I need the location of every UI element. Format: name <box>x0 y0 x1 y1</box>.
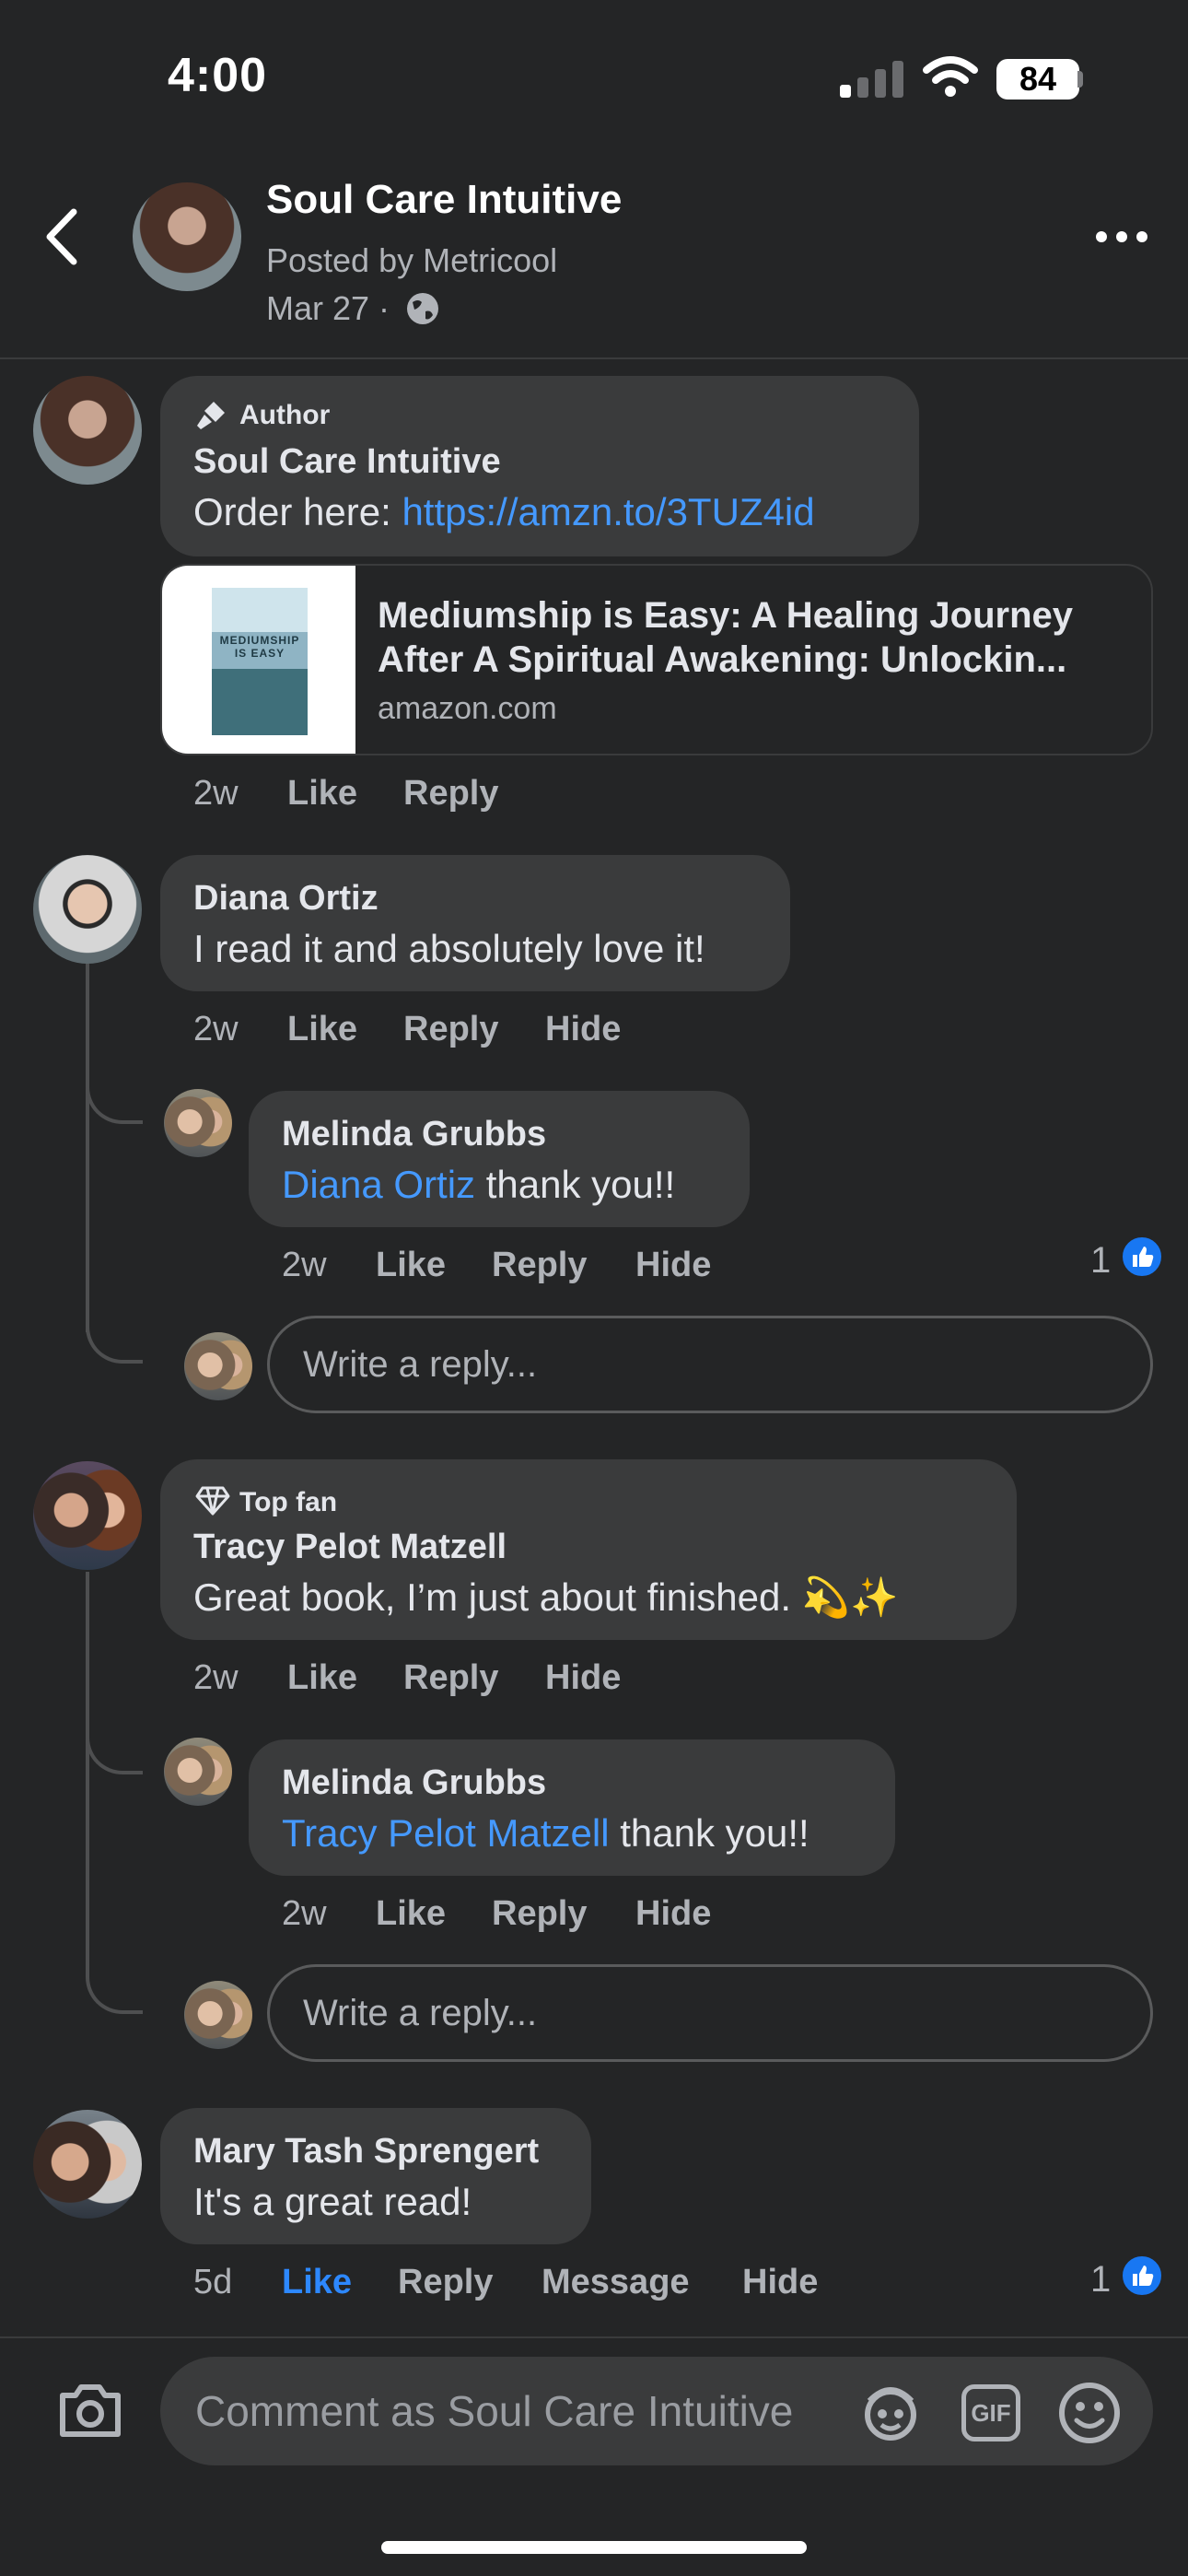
mention-link[interactable]: Tracy Pelot Matzell <box>282 1811 610 1855</box>
like-button-active[interactable]: Like <box>282 2263 352 2302</box>
thread-line <box>86 1572 89 1977</box>
hide-button[interactable]: Hide <box>635 1894 711 1934</box>
page-avatar[interactable] <box>133 182 241 291</box>
hide-button[interactable]: Hide <box>635 1246 711 1285</box>
reply-avatar[interactable] <box>164 1089 232 1157</box>
thread-connector <box>86 1050 143 1124</box>
like-reaction-icon <box>1120 1235 1164 1279</box>
like-reaction-icon <box>1120 2254 1164 2298</box>
posted-by-label: Posted by Metricool <box>266 241 558 279</box>
comment-time: 5d <box>193 2263 233 2301</box>
comment-author-name[interactable]: Soul Care Intuitive <box>193 442 501 482</box>
diamond-badge-icon <box>195 1486 230 1516</box>
composer-avatar <box>184 1332 252 1400</box>
reply-author-name[interactable]: Melinda Grubbs <box>282 1763 546 1803</box>
reply-button[interactable]: Reply <box>492 1894 587 1934</box>
home-indicator[interactable] <box>381 2541 807 2554</box>
reaction-count[interactable]: 1 <box>1090 1240 1111 1282</box>
gif-button[interactable]: GIF <box>961 2384 1020 2441</box>
thread-connector <box>86 1288 143 1364</box>
page-title[interactable]: Soul Care Intuitive <box>266 177 622 223</box>
reply-button[interactable]: Reply <box>403 774 498 814</box>
preview-title: Mediumship is Easy: A Healing Journey Af… <box>378 595 1073 680</box>
comment-avatar[interactable] <box>33 855 142 964</box>
like-button[interactable]: Like <box>287 1658 357 1698</box>
preview-domain: amazon.com <box>378 691 557 726</box>
comment-author-name[interactable]: Mary Tash Sprengert <box>193 2132 539 2172</box>
emoji-icon[interactable] <box>1057 2381 1122 2445</box>
book-thumbnail: MEDIUMSHIP IS EASY <box>162 566 355 754</box>
reply-button[interactable]: Reply <box>492 1246 587 1285</box>
author-badge: Author <box>239 400 331 430</box>
like-button[interactable]: Like <box>376 1894 446 1934</box>
reply-button[interactable]: Reply <box>398 2263 493 2302</box>
camera-icon[interactable] <box>57 2381 123 2440</box>
hide-button[interactable]: Hide <box>545 1658 621 1698</box>
header-divider <box>0 357 1188 359</box>
globe-icon <box>407 293 438 324</box>
composer-avatar <box>184 1981 252 2049</box>
reply-button[interactable]: Reply <box>403 1658 498 1698</box>
reply-text: Diana Ortiz thank you!! <box>282 1163 676 1206</box>
thread-connector <box>86 1938 143 2014</box>
comment-author-name[interactable]: Tracy Pelot Matzell <box>193 1528 507 1567</box>
battery-indicator: 84 <box>996 59 1079 100</box>
more-options-icon[interactable] <box>1094 223 1149 251</box>
reply-time: 2w <box>282 1246 327 1284</box>
reaction-count[interactable]: 1 <box>1090 2259 1111 2301</box>
reply-input[interactable]: Write a reply... <box>267 1964 1153 2062</box>
message-button[interactable]: Message <box>542 2263 690 2302</box>
comment-time: 2w <box>193 1658 239 1697</box>
wifi-icon <box>923 56 978 97</box>
comment-avatar[interactable] <box>33 376 142 485</box>
reply-input[interactable]: Write a reply... <box>267 1316 1153 1413</box>
reply-author-name[interactable]: Melinda Grubbs <box>282 1115 546 1154</box>
thread-connector <box>86 1701 143 1774</box>
reply-time: 2w <box>282 1894 327 1933</box>
comment-avatar[interactable] <box>33 1461 142 1570</box>
microphone-badge-icon <box>197 402 225 429</box>
hide-button[interactable]: Hide <box>742 2263 818 2302</box>
top-fan-badge: Top fan <box>239 1487 338 1517</box>
like-button[interactable]: Like <box>287 1010 357 1049</box>
comment-time: 2w <box>193 1010 239 1048</box>
comment-link[interactable]: https://amzn.to/3TUZ4id <box>402 490 814 533</box>
like-button[interactable]: Like <box>376 1246 446 1285</box>
battery-tip <box>1077 71 1083 88</box>
status-time: 4:00 <box>168 49 268 102</box>
cellular-signal-icon <box>840 57 904 98</box>
reply-button[interactable]: Reply <box>403 1010 498 1049</box>
comment-time: 2w <box>193 774 239 813</box>
thread-line <box>86 964 89 1332</box>
avatar-sticker-icon[interactable] <box>858 2381 923 2445</box>
comment-avatar[interactable] <box>33 2110 142 2219</box>
reply-avatar[interactable] <box>164 1738 232 1806</box>
link-preview-card[interactable]: MEDIUMSHIP IS EASY Mediumship is Easy: A… <box>160 564 1153 755</box>
comment-text: I read it and absolutely love it! <box>193 927 705 970</box>
comment-text: It's a great read! <box>193 2180 472 2223</box>
comment-author-name[interactable]: Diana Ortiz <box>193 879 379 919</box>
mention-link[interactable]: Diana Ortiz <box>282 1163 475 1206</box>
comment-text: Great book, I’m just about finished. 💫✨ <box>193 1575 899 1619</box>
like-button[interactable]: Like <box>287 774 357 814</box>
hide-button[interactable]: Hide <box>545 1010 621 1049</box>
reply-text: Tracy Pelot Matzell thank you!! <box>282 1811 809 1855</box>
post-date: Mar 27 · <box>266 289 390 327</box>
comment-text: Order here: https://amzn.to/3TUZ4id <box>193 490 815 533</box>
back-arrow-icon[interactable] <box>37 205 92 269</box>
book-cover-image: MEDIUMSHIP IS EASY <box>212 588 308 735</box>
